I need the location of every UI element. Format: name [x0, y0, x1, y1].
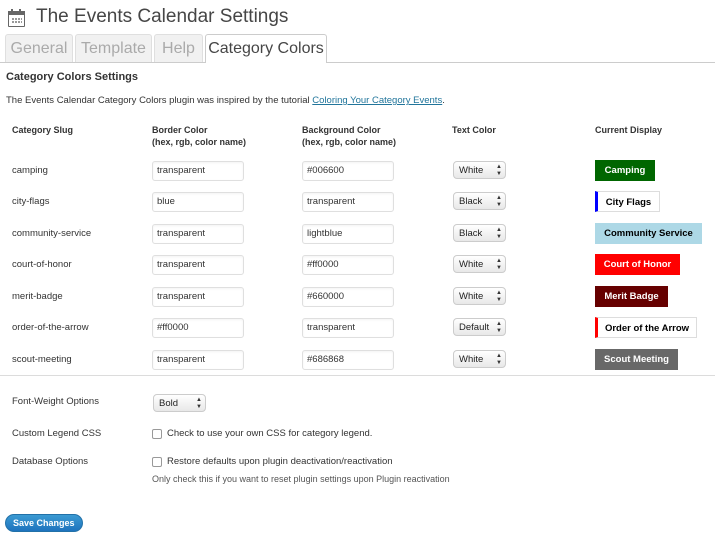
category-slug: city-flags [12, 196, 50, 207]
save-changes-button[interactable]: Save Changes [5, 514, 83, 532]
header-category-slug: Category Slug [12, 125, 74, 135]
intro-text: The Events Calendar Category Colors plug… [6, 95, 445, 106]
category-preview: Camping [595, 160, 655, 181]
background-color-input[interactable]: #686868 [302, 350, 394, 370]
background-color-input[interactable]: transparent [302, 192, 394, 212]
category-preview: Order of the Arrow [595, 317, 697, 338]
page-title: The Events Calendar Settings [36, 6, 289, 27]
custom-legend-checkbox-label: Check to use your own CSS for category l… [167, 428, 373, 439]
select-arrows-icon: ▲ ▼ [496, 321, 502, 334]
text-color-value: White [459, 259, 484, 270]
category-preview: City Flags [595, 191, 660, 212]
text-color-select[interactable]: Default ▲ ▼ [453, 318, 506, 336]
border-color-input[interactable]: blue [152, 192, 244, 212]
header-text-color: Text Color [452, 125, 496, 135]
select-arrows-icon: ▲ ▼ [496, 290, 502, 303]
category-preview: Court of Honor [595, 254, 680, 275]
text-color-select[interactable]: Black ▲ ▼ [453, 192, 506, 210]
border-color-input[interactable]: transparent [152, 287, 244, 307]
table-row: camping transparent #006600 White ▲ ▼ Camp… [0, 160, 715, 181]
table-row: court-of-honor transparent #ff0000 White… [0, 254, 715, 275]
text-color-value: Black [459, 196, 483, 207]
tutorial-link[interactable]: Coloring Your Category Events [312, 95, 442, 106]
intro-text-end: . [442, 95, 445, 106]
tab-help[interactable]: Help [154, 34, 203, 62]
select-arrows-icon: ▲ ▼ [496, 353, 502, 366]
select-arrows-icon: ▲ ▼ [496, 258, 502, 271]
font-weight-value: Bold [159, 398, 179, 409]
page-header: The Events Calendar Settings [8, 4, 288, 30]
table-row: order-of-the-arrow #ff0000 transparent D… [0, 317, 715, 338]
font-weight-label: Font-Weight Options [12, 396, 99, 407]
border-color-input[interactable]: transparent [152, 350, 244, 370]
restore-defaults-checkbox[interactable] [152, 456, 162, 467]
category-slug: court-of-honor [12, 259, 72, 270]
restore-defaults-hint: Only check this if you want to reset plu… [152, 474, 450, 484]
font-weight-select[interactable]: Bold ▲ ▼ [153, 394, 206, 412]
border-color-input[interactable]: transparent [152, 255, 244, 275]
background-color-input[interactable]: #ff0000 [302, 255, 394, 275]
restore-defaults-checkbox-label: Restore defaults upon plugin deactivatio… [167, 456, 393, 467]
custom-legend-label: Custom Legend CSS [12, 428, 102, 439]
restore-defaults-option: Restore defaults upon plugin deactivatio… [152, 456, 393, 467]
header-border-color-sub: (hex, rgb, color name) [152, 137, 247, 147]
text-color-select[interactable]: White ▲ ▼ [453, 350, 506, 368]
tab-template[interactable]: Template [75, 34, 152, 62]
custom-legend-checkbox[interactable] [152, 428, 162, 439]
select-arrows-icon: ▲ ▼ [496, 164, 502, 177]
intro-text-start: The Events Calendar Category Colors plug… [6, 95, 313, 106]
header-background-color: Background Color (hex, rgb, color name) [302, 124, 396, 148]
text-color-select[interactable]: White ▲ ▼ [453, 161, 506, 179]
table-row: city-flags blue transparent Black ▲ ▼ City… [0, 191, 715, 212]
header-background-color-sub: (hex, rgb, color name) [302, 137, 397, 147]
border-color-input[interactable]: transparent [152, 161, 244, 181]
tab-category-colors[interactable]: Category Colors [205, 34, 327, 63]
header-border-color-label: Border Color [152, 125, 208, 135]
tab-general[interactable]: General [5, 34, 73, 62]
header-current-display: Current Display [595, 125, 663, 135]
custom-legend-option: Check to use your own CSS for category l… [152, 428, 372, 439]
category-slug: community-service [12, 228, 92, 239]
category-slug: scout-meeting [12, 354, 72, 365]
text-color-value: Black [459, 228, 483, 239]
select-arrows-icon: ▲ ▼ [496, 227, 502, 240]
header-border-color: Border Color (hex, rgb, color name) [152, 124, 246, 148]
background-color-input[interactable]: #006600 [302, 161, 394, 181]
category-slug: merit-badge [12, 291, 63, 302]
text-color-select[interactable]: Black ▲ ▼ [453, 224, 506, 242]
select-arrows-icon: ▲ ▼ [496, 195, 502, 208]
background-color-input[interactable]: transparent [302, 318, 394, 338]
text-color-select[interactable]: White ▲ ▼ [453, 287, 506, 305]
text-color-value: White [459, 291, 484, 302]
section-title: Category Colors Settings [6, 71, 139, 83]
text-color-value: White [459, 165, 484, 176]
divider [0, 375, 715, 376]
text-color-value: White [459, 354, 484, 365]
border-color-input[interactable]: transparent [152, 224, 244, 244]
select-arrows-icon: ▲ ▼ [196, 397, 202, 410]
calendar-icon [8, 8, 25, 27]
border-color-input[interactable]: #ff0000 [152, 318, 244, 338]
category-preview: Scout Meeting [595, 349, 678, 370]
table-row: scout-meeting transparent #686868 White ▲… [0, 349, 715, 370]
settings-tabs: General Template Help Category Colors [0, 34, 715, 63]
text-color-value: Default [459, 322, 490, 333]
category-preview: Community Service [595, 223, 702, 244]
background-color-input[interactable]: lightblue [302, 224, 394, 244]
table-row: community-service transparent lightblue … [0, 223, 715, 244]
database-options-label: Database Options [12, 456, 89, 467]
header-background-color-label: Background Color [302, 125, 381, 135]
category-preview: Merit Badge [595, 286, 668, 307]
text-color-select[interactable]: White ▲ ▼ [453, 255, 506, 273]
table-row: merit-badge transparent #660000 White ▲ ▼ … [0, 286, 715, 307]
background-color-input[interactable]: #660000 [302, 287, 394, 307]
category-slug: camping [12, 165, 48, 176]
category-slug: order-of-the-arrow [12, 322, 89, 333]
